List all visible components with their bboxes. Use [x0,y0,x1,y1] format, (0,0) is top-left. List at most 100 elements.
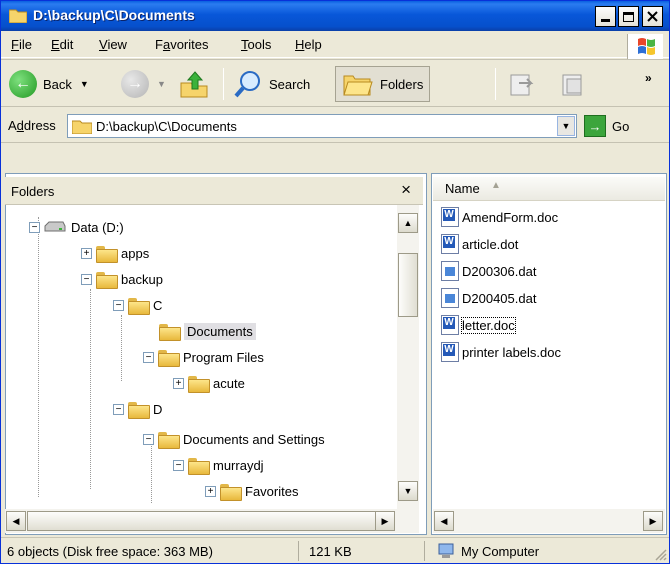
resize-grip-icon[interactable] [653,547,667,561]
file-item[interactable]: AmendForm.doc [441,205,558,229]
close-pane-icon[interactable]: × [401,180,411,200]
minimize-button[interactable] [595,6,616,27]
tree-node-apps[interactable]: + apps [81,241,149,265]
file-item-focused[interactable]: letter.doc [441,313,516,337]
menu-favorites[interactable]: Favorites [155,37,208,52]
scroll-up-button[interactable]: ▲ [398,213,418,233]
expand-icon[interactable]: + [81,247,92,259]
collapse-icon[interactable]: − [173,459,184,471]
column-header-name[interactable]: Name ▲ [433,177,665,201]
tree-line [151,443,152,503]
tree-node-program-files[interactable]: − Program Files [143,345,264,369]
folders-button[interactable]: Folders [335,66,431,102]
search-icon [234,71,260,98]
status-objects: 6 objects (Disk free space: 363 MB) [3,541,299,561]
minimize-icon [601,19,610,22]
arrow-right-icon: ▶ [649,515,657,526]
tree-node-label: murraydj [213,457,264,473]
go-button[interactable]: → Go [584,115,629,137]
forward-button[interactable]: → ▼ [121,66,166,102]
file-item[interactable]: article.dot [441,232,518,256]
menu-edit[interactable]: Edit [51,37,73,52]
collapse-icon[interactable]: − [143,433,154,445]
file-item[interactable]: D200405.dat [441,286,536,310]
tree-node-d[interactable]: − D [113,397,162,421]
move-to-icon [510,74,534,96]
folder-icon [128,401,150,419]
data-file-icon [441,261,459,281]
tree-node-backup[interactable]: − backup [81,267,163,291]
up-button[interactable] [179,66,209,102]
scroll-left-button[interactable]: ◀ [434,511,454,531]
tree-node-documents[interactable]: Documents [159,319,256,343]
scroll-down-button[interactable]: ▼ [398,481,418,501]
toolbar-separator [223,68,224,100]
folders-pane-title: Folders [11,184,55,199]
collapse-icon[interactable]: − [81,273,92,285]
folder-icon [220,483,242,501]
address-input[interactable]: D:\backup\C\Documents ▼ [67,114,577,138]
address-value: D:\backup\C\Documents [96,119,237,134]
menu-file[interactable]: File [11,37,32,52]
menu-view[interactable]: View [99,37,127,52]
tree-node-murraydj[interactable]: − murraydj [173,453,264,477]
collapse-icon[interactable]: − [143,351,154,363]
arrow-up-icon: ▲ [403,218,413,228]
scroll-right-button[interactable]: ▶ [643,511,663,531]
folders-vertical-scrollbar[interactable]: ▲ ▼ [397,205,419,509]
windows-logo [627,34,663,60]
menu-bar: File Edit View Favorites Tools Help [1,32,669,58]
file-item[interactable]: D200306.dat [441,259,536,283]
scroll-thumb[interactable] [27,511,379,531]
standard-toolbar: ← Back ▼ → ▼ Search Folders » [1,59,669,107]
back-button[interactable]: ← Back ▼ [9,66,89,102]
collapse-icon[interactable]: − [113,299,124,311]
scroll-left-button[interactable]: ◀ [6,511,26,531]
tree-node-label: Program Files [183,349,264,365]
chevron-down-icon[interactable]: ▼ [157,79,166,89]
expand-icon[interactable]: + [173,377,184,389]
file-item[interactable]: printer labels.doc [441,340,561,364]
tree-node-label: C [153,297,163,313]
tree-node-data-drive[interactable]: − Data (D:) [29,215,124,239]
tree-node-label: D [153,401,163,417]
copy-to-icon [562,74,582,96]
chevron-down-icon: ▼ [561,121,571,131]
copy-to-button[interactable] [557,66,587,102]
move-to-button[interactable] [507,66,537,102]
expand-icon[interactable]: + [205,485,216,497]
maximize-button[interactable] [618,6,639,27]
folders-horizontal-scrollbar[interactable]: ◀ ▶ [5,509,419,533]
status-zone: My Computer [433,541,659,561]
scroll-right-button[interactable]: ▶ [375,511,395,531]
tree-node-c[interactable]: − C [113,293,162,317]
collapse-icon[interactable]: − [113,403,124,415]
arrow-down-icon: ▼ [403,486,413,496]
file-name: D200306.dat [462,263,537,279]
back-label: Back [43,76,72,92]
forward-arrow-icon: → [121,70,149,98]
folder-icon [96,245,118,263]
files-horizontal-scrollbar[interactable]: ◀ ▶ [433,509,665,533]
search-button[interactable]: Search [233,66,310,102]
windows-flag-icon [638,38,655,55]
tree-node-favorites[interactable]: + Favorites [205,479,298,503]
tree-node-label: Documents and Settings [183,431,325,447]
toolbar-overflow-chevron-icon[interactable]: » [645,60,652,96]
menu-tools[interactable]: Tools [241,37,271,52]
tree-node-acute[interactable]: + acute [173,371,245,395]
scroll-thumb[interactable] [398,253,418,317]
collapse-icon[interactable]: − [29,221,40,233]
folder-icon [96,271,118,289]
folder-icon [188,457,210,475]
close-button[interactable] [642,6,663,27]
drive-icon [44,221,66,232]
go-label: Go [612,118,630,134]
address-dropdown-button[interactable]: ▼ [557,116,575,136]
tree-node-documents-and-settings[interactable]: − Documents and Settings [143,427,325,451]
tree-line [38,217,39,497]
menu-help[interactable]: Help [295,37,322,52]
title-bar[interactable]: D:\backup\C\Documents [1,1,669,31]
chevron-down-icon[interactable]: ▼ [80,79,89,89]
arrow-right-icon: ▶ [381,515,389,526]
